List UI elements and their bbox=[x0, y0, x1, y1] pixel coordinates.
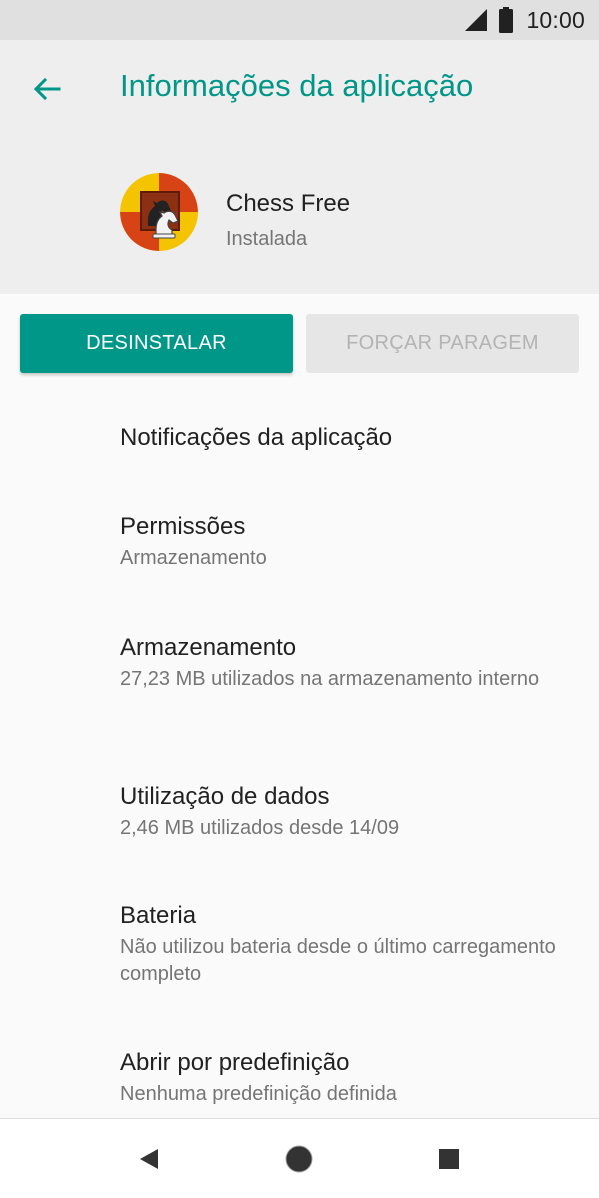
app-name: Chess Free bbox=[226, 190, 351, 217]
app-info-header: Informações da aplicação Chess Free Inst… bbox=[0, 40, 599, 294]
setting-app-notifications[interactable]: Notificações da aplicação bbox=[120, 423, 570, 453]
setting-summary: Armazenamento bbox=[120, 547, 267, 569]
back-triangle-icon bbox=[140, 1149, 158, 1169]
navigation-bar bbox=[0, 1118, 599, 1198]
back-button[interactable] bbox=[26, 68, 68, 110]
force-stop-button[interactable]: FORÇAR PARAGEM bbox=[306, 314, 579, 373]
battery-icon bbox=[499, 7, 514, 33]
setting-permissions[interactable]: Permissões Armazenamento bbox=[120, 512, 570, 572]
signal-icon bbox=[465, 9, 488, 31]
setting-summary: 2,46 MB utilizados desde 14/09 bbox=[120, 817, 400, 839]
setting-summary: Nenhuma predefinição definida bbox=[120, 1083, 397, 1105]
setting-title: Permissões bbox=[120, 513, 246, 540]
uninstall-button[interactable]: DESINSTALAR bbox=[20, 314, 293, 373]
arrow-back-icon bbox=[33, 77, 61, 101]
nav-recents-button[interactable] bbox=[431, 1141, 467, 1177]
setting-open-by-default[interactable]: Abrir por predefinição Nenhuma predefini… bbox=[120, 1048, 570, 1108]
setting-title: Notificações da aplicação bbox=[120, 424, 393, 451]
setting-storage[interactable]: Armazenamento 27,23 MB utilizados na arm… bbox=[120, 633, 570, 693]
setting-title: Utilização de dados bbox=[120, 783, 330, 810]
status-icons: 10:00 bbox=[465, 0, 585, 40]
home-circle-icon bbox=[285, 1145, 313, 1173]
setting-battery[interactable]: Bateria Não utilizou bateria desde o últ… bbox=[120, 901, 570, 988]
setting-title: Bateria bbox=[120, 902, 197, 929]
page-title: Informações da aplicação bbox=[120, 68, 474, 103]
setting-title: Armazenamento bbox=[120, 634, 297, 661]
setting-summary: 27,23 MB utilizados na armazenamento int… bbox=[120, 668, 540, 690]
nav-back-button[interactable] bbox=[131, 1141, 167, 1177]
app-icon bbox=[120, 173, 198, 251]
setting-data-usage[interactable]: Utilização de dados 2,46 MB utilizados d… bbox=[120, 782, 570, 842]
nav-home-button[interactable] bbox=[281, 1141, 317, 1177]
recents-square-icon bbox=[439, 1149, 459, 1169]
setting-summary: Não utilizou bateria desde o último carr… bbox=[120, 936, 556, 985]
app-install-status: Instalada bbox=[226, 228, 308, 250]
chess-knight-icon bbox=[120, 173, 198, 251]
setting-title: Abrir por predefinição bbox=[120, 1049, 350, 1076]
status-time: 10:00 bbox=[526, 6, 585, 33]
status-bar: 10:00 bbox=[0, 0, 599, 40]
